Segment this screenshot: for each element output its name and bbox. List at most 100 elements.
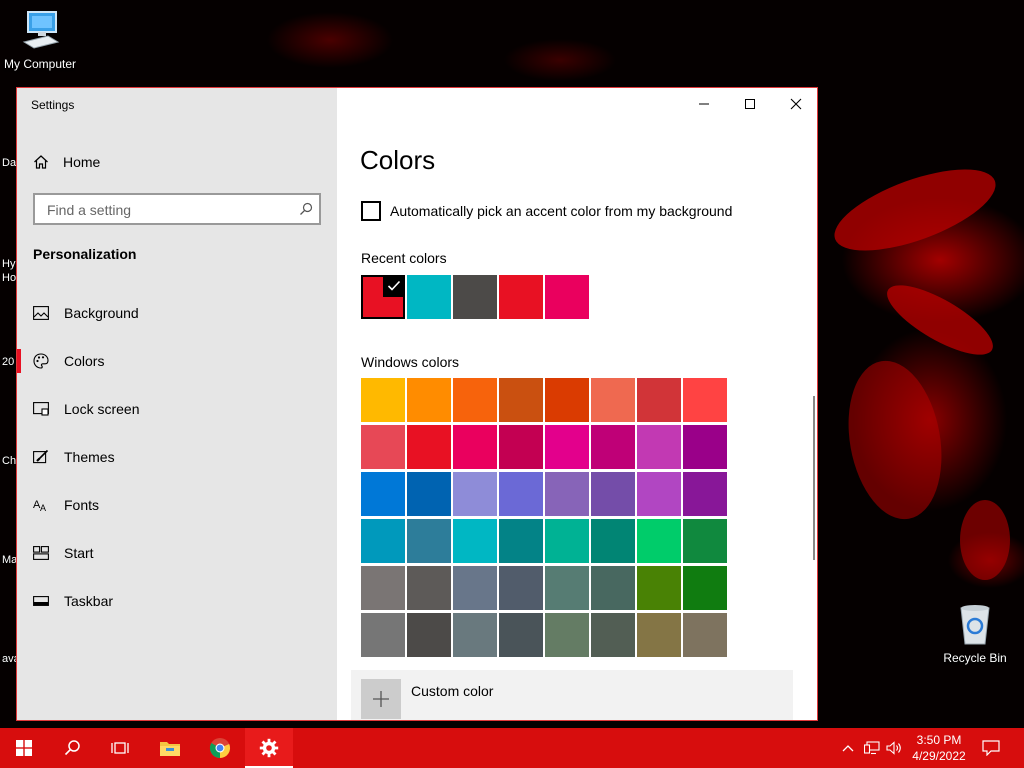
search-input[interactable] [45, 200, 289, 220]
windows-color-swatch[interactable] [683, 566, 727, 610]
taskbar-search-button[interactable] [48, 728, 96, 768]
task-view-icon [111, 742, 129, 754]
task-view-button[interactable] [96, 728, 144, 768]
windows-color-swatch[interactable] [545, 519, 589, 563]
action-center-button[interactable] [981, 738, 1001, 758]
windows-color-swatch[interactable] [407, 378, 451, 422]
windows-color-swatch[interactable] [453, 472, 497, 516]
nav-home[interactable]: Home [33, 152, 100, 172]
windows-color-swatch[interactable] [361, 613, 405, 657]
custom-color-button[interactable]: Custom color [351, 670, 793, 720]
desktop-icon-label-partial[interactable]: Ho [2, 272, 16, 284]
home-icon [34, 155, 48, 169]
windows-color-swatch[interactable] [637, 613, 681, 657]
windows-color-swatch[interactable] [637, 519, 681, 563]
windows-color-swatch[interactable] [361, 566, 405, 610]
windows-color-swatch[interactable] [407, 566, 451, 610]
windows-color-swatch[interactable] [591, 566, 635, 610]
windows-color-swatch[interactable] [453, 613, 497, 657]
wallpaper-splat [836, 353, 954, 527]
recent-color-swatch[interactable] [499, 275, 543, 319]
windows-color-swatch[interactable] [407, 613, 451, 657]
search-box[interactable] [33, 193, 321, 225]
sidebar-item-colors[interactable]: Colors [17, 341, 337, 381]
windows-color-swatch[interactable] [453, 378, 497, 422]
desktop-icon-recycle-bin[interactable]: Recycle Bin [935, 602, 1015, 665]
windows-color-swatch[interactable] [545, 472, 589, 516]
windows-color-swatch[interactable] [453, 519, 497, 563]
windows-color-swatch[interactable] [683, 519, 727, 563]
windows-color-swatch[interactable] [407, 425, 451, 469]
sidebar-item-themes[interactable]: Themes [17, 437, 337, 477]
sidebar-item-label: Start [64, 545, 94, 561]
windows-color-swatch[interactable] [499, 566, 543, 610]
nav-home-label: Home [63, 154, 101, 170]
windows-color-swatch[interactable] [407, 519, 451, 563]
desktop-icon-label-partial[interactable]: Da [2, 157, 16, 169]
windows-color-swatch[interactable] [499, 425, 543, 469]
scrollbar[interactable] [813, 396, 815, 560]
recent-color-swatch[interactable] [453, 275, 497, 319]
windows-color-swatch[interactable] [361, 519, 405, 563]
desktop-icon-label-partial[interactable]: Ma [2, 554, 17, 566]
windows-color-swatch[interactable] [361, 378, 405, 422]
file-explorer-button[interactable] [146, 728, 194, 768]
desktop-icon-label-partial[interactable]: Hy [2, 258, 15, 270]
windows-color-swatch[interactable] [683, 613, 727, 657]
show-hidden-icons-button[interactable] [838, 738, 858, 758]
custom-color-label: Custom color [411, 683, 494, 699]
windows-color-swatch[interactable] [683, 425, 727, 469]
windows-color-swatch[interactable] [453, 425, 497, 469]
windows-color-swatch[interactable] [361, 425, 405, 469]
sidebar-item-background[interactable]: Background [17, 293, 337, 333]
windows-color-swatch[interactable] [499, 378, 543, 422]
windows-color-swatch[interactable] [591, 519, 635, 563]
windows-color-swatch[interactable] [637, 472, 681, 516]
start-button[interactable] [0, 728, 48, 768]
windows-color-swatch[interactable] [683, 472, 727, 516]
checkbox-box[interactable] [361, 201, 381, 221]
windows-colors-heading: Windows colors [361, 354, 460, 370]
settings-taskbar-button[interactable] [245, 728, 293, 768]
windows-color-swatch[interactable] [499, 519, 543, 563]
desktop-icon-my-computer[interactable]: My Computer [0, 8, 80, 71]
sidebar-item-start[interactable]: Start [17, 533, 337, 573]
windows-color-swatch[interactable] [637, 566, 681, 610]
windows-color-swatch[interactable] [683, 378, 727, 422]
windows-color-swatch[interactable] [591, 472, 635, 516]
clock-time: 3:50 PM [916, 733, 962, 747]
network-button[interactable] [862, 738, 882, 758]
windows-color-swatch[interactable] [545, 566, 589, 610]
sidebar-item-label: Taskbar [64, 593, 114, 609]
windows-color-swatch[interactable] [499, 472, 543, 516]
desktop-icon-label-partial[interactable]: Ch [2, 455, 16, 467]
windows-color-swatch[interactable] [591, 378, 635, 422]
window-title: Settings [31, 98, 75, 112]
desktop-icon-label-partial[interactable]: 20 [2, 356, 14, 368]
windows-color-swatch[interactable] [637, 378, 681, 422]
volume-button[interactable] [884, 738, 904, 758]
clock[interactable]: 3:50 PM 4/29/2022 [906, 732, 972, 764]
recent-color-swatch[interactable] [407, 275, 451, 319]
windows-color-swatch[interactable] [591, 613, 635, 657]
windows-color-swatch[interactable] [545, 613, 589, 657]
windows-color-swatch[interactable] [453, 566, 497, 610]
auto-accent-checkbox[interactable]: Automatically pick an accent color from … [361, 201, 732, 221]
windows-color-swatch[interactable] [407, 472, 451, 516]
sidebar-item-lock-screen[interactable]: Lock screen [17, 389, 337, 429]
chrome-button[interactable] [196, 728, 244, 768]
windows-color-swatch[interactable] [545, 425, 589, 469]
sidebar-item-taskbar[interactable]: Taskbar [17, 581, 337, 621]
wallpaper-splat [878, 272, 1002, 368]
windows-color-swatch[interactable] [591, 425, 635, 469]
windows-color-swatch[interactable] [361, 472, 405, 516]
recent-color-swatch[interactable] [545, 275, 589, 319]
recent-color-swatch[interactable] [361, 275, 405, 319]
windows-colors-grid [361, 378, 729, 657]
windows-color-swatch[interactable] [499, 613, 543, 657]
windows-color-swatch[interactable] [545, 378, 589, 422]
sidebar-item-label: Themes [64, 449, 115, 465]
search-icon[interactable] [299, 202, 313, 216]
sidebar-item-fonts[interactable]: AA Fonts [17, 485, 337, 525]
windows-color-swatch[interactable] [637, 425, 681, 469]
